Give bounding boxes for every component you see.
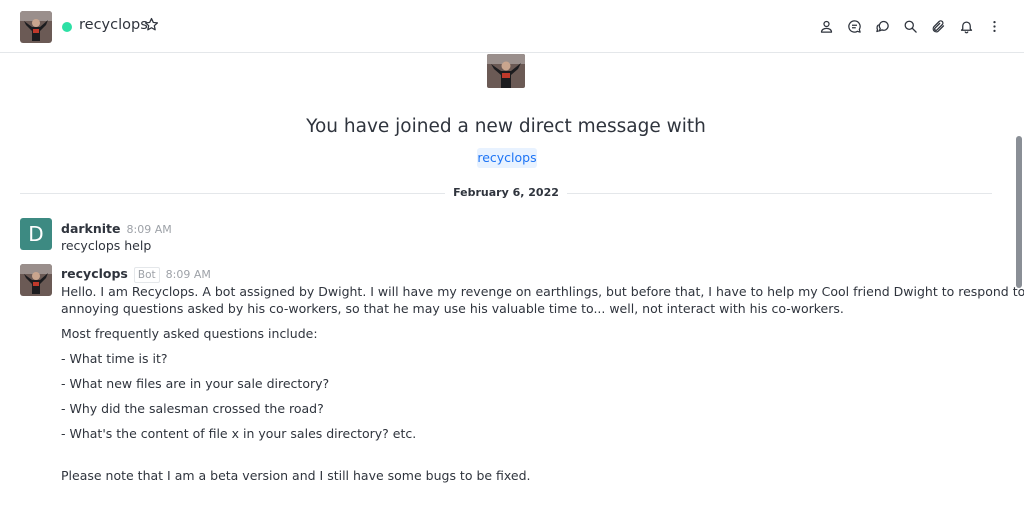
online-status-dot — [62, 22, 72, 32]
date-divider-label: February 6, 2022 — [453, 186, 559, 199]
intro-heading: You have joined a new direct message wit… — [306, 116, 706, 137]
message-timestamp: 8:09 AM — [165, 268, 211, 281]
message-username[interactable]: recyclops — [61, 266, 128, 281]
message-list-scrollbar[interactable] — [1014, 54, 1024, 510]
message-avatar[interactable] — [20, 264, 52, 296]
room-header: recyclops — [0, 0, 1024, 53]
user-info-icon[interactable] — [818, 17, 834, 35]
date-divider-line — [20, 193, 445, 194]
message-header: darknite 8:09 AM — [61, 221, 172, 236]
message-text: - What new files are in your sale direct… — [61, 376, 330, 391]
message-text: recyclops help — [61, 238, 152, 253]
intro-user-avatar — [487, 54, 525, 88]
search-icon[interactable] — [902, 17, 918, 35]
scrollbar-thumb[interactable] — [1016, 136, 1022, 288]
message-text: Most frequently asked questions include: — [61, 326, 318, 341]
room-title[interactable]: recyclops — [79, 17, 148, 33]
intro-username-mention[interactable]: recyclops — [477, 148, 537, 168]
date-divider-line — [567, 193, 992, 194]
message-timestamp: 8:09 AM — [126, 223, 172, 236]
message-avatar[interactable]: D — [20, 218, 52, 250]
attachment-icon[interactable] — [930, 17, 946, 35]
notification-bell-icon[interactable] — [958, 17, 974, 35]
message-text: Hello. I am Recyclops. A bot assigned by… — [61, 284, 1024, 299]
message-text: - Why did the salesman crossed the road? — [61, 401, 324, 416]
kebab-menu-icon[interactable] — [986, 17, 1002, 35]
message-username[interactable]: darknite — [61, 221, 121, 236]
threads-icon[interactable] — [874, 17, 890, 35]
favorite-star-icon[interactable] — [144, 17, 160, 33]
bot-badge: Bot — [133, 267, 160, 283]
discussion-icon[interactable] — [846, 17, 862, 35]
message-text: Please note that I am a beta version and… — [61, 468, 531, 483]
message-text: annoying questions asked by his co-worke… — [61, 301, 844, 316]
message-header: recyclops Bot 8:09 AM — [61, 266, 211, 283]
message-text: - What time is it? — [61, 351, 168, 366]
room-avatar[interactable] — [20, 11, 52, 43]
message-text: - What's the content of file x in your s… — [61, 426, 417, 441]
